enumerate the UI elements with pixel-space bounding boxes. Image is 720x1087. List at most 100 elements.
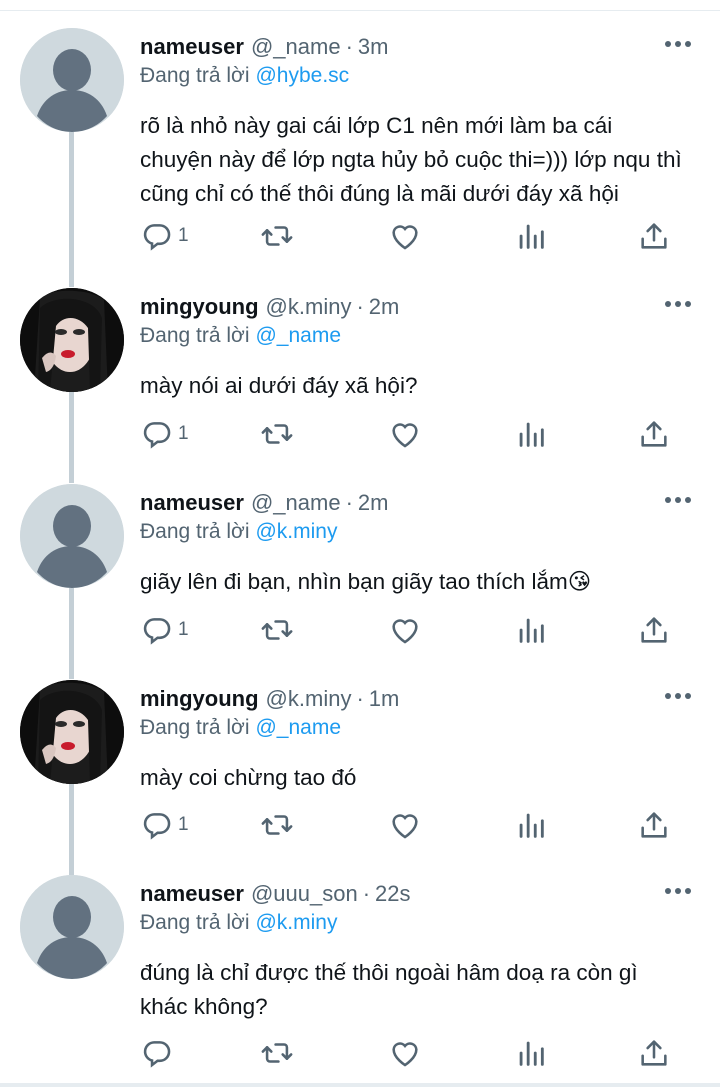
- photo-avatar[interactable]: [20, 288, 124, 392]
- default-avatar[interactable]: [20, 28, 124, 132]
- retweet-icon: [260, 417, 294, 451]
- tweet-text: mày coi chừng tao đó: [140, 765, 357, 790]
- like-button[interactable]: [388, 808, 422, 842]
- tweet-actions: 1: [140, 613, 700, 647]
- replying-label: Đang trả lời: [140, 324, 250, 347]
- tweet-text: giãy lên đi bạn, nhìn bạn giãy tao thích…: [140, 569, 592, 594]
- timestamp[interactable]: 2m: [369, 294, 400, 320]
- heart-icon: [388, 417, 422, 451]
- retweet-icon: [260, 808, 294, 842]
- separator-dot: ·: [362, 881, 371, 906]
- retweet-button[interactable]: [260, 613, 294, 647]
- replying-to: Đang trả lời @k.miny: [140, 911, 337, 935]
- separator-dot: ·: [345, 34, 353, 59]
- replying-to: Đang trả lời @_name: [140, 324, 341, 348]
- retweet-icon: [260, 1036, 294, 1070]
- more-dots-icon[interactable]: [663, 36, 693, 52]
- timestamp[interactable]: 3m: [358, 34, 389, 60]
- more-dots-icon[interactable]: [663, 688, 693, 704]
- views-button[interactable]: [514, 613, 548, 647]
- retweet-button[interactable]: [260, 219, 294, 253]
- share-button[interactable]: [637, 613, 671, 647]
- timestamp[interactable]: 1m: [369, 686, 400, 712]
- thread-line: [69, 587, 74, 679]
- reply-icon: [140, 219, 174, 253]
- views-button[interactable]: [514, 808, 548, 842]
- tweet-text: đúng là chỉ được thế thôi ngoài hâm doạ …: [140, 960, 638, 1019]
- share-button[interactable]: [637, 219, 671, 253]
- views-icon: [514, 613, 548, 647]
- mention-link[interactable]: @k.miny: [255, 911, 337, 934]
- retweet-button[interactable]: [260, 808, 294, 842]
- reply-button[interactable]: 1: [140, 219, 189, 253]
- mention-link[interactable]: @hybe.sc: [255, 64, 349, 87]
- like-button[interactable]: [388, 1036, 422, 1070]
- reply-button[interactable]: 1: [140, 613, 189, 647]
- timestamp[interactable]: 22s: [375, 881, 410, 907]
- reply-icon: [140, 808, 174, 842]
- more-dots-icon[interactable]: [663, 492, 693, 508]
- retweet-button[interactable]: [260, 417, 294, 451]
- mention-link[interactable]: @k.miny: [255, 520, 337, 543]
- share-button[interactable]: [637, 1036, 671, 1070]
- like-button[interactable]: [388, 613, 422, 647]
- mention-link[interactable]: @_name: [255, 716, 341, 739]
- photo-avatar[interactable]: [20, 680, 124, 784]
- user-handle[interactable]: @_name: [251, 34, 341, 60]
- user-handle[interactable]: @k.miny: [266, 294, 352, 320]
- timestamp[interactable]: 2m: [358, 490, 389, 516]
- share-button[interactable]: [637, 808, 671, 842]
- retweet-button[interactable]: [260, 1036, 294, 1070]
- tweet-header: nameuser @_name · 2m: [140, 490, 388, 520]
- share-icon: [637, 219, 671, 253]
- tweet-header: mingyoung @k.miny · 2m: [140, 294, 399, 324]
- separator-dot: ·: [345, 490, 353, 515]
- replying-label: Đang trả lời: [140, 911, 250, 934]
- tweet-actions: 1: [140, 808, 700, 842]
- display-name[interactable]: mingyoung: [140, 294, 259, 320]
- tweet-actions: 1: [140, 417, 700, 451]
- default-avatar[interactable]: [20, 484, 124, 588]
- replying-label: Đang trả lời: [140, 520, 250, 543]
- views-button[interactable]: [514, 1036, 548, 1070]
- tweet-header: mingyoung @k.miny · 1m: [140, 686, 399, 716]
- user-handle[interactable]: @k.miny: [266, 686, 352, 712]
- user-handle[interactable]: @uuu_son: [251, 881, 358, 907]
- user-handle[interactable]: @_name: [251, 490, 341, 516]
- reply-button[interactable]: 1: [140, 417, 189, 451]
- thread-line: [69, 132, 74, 287]
- more-dots-icon[interactable]: [663, 883, 693, 899]
- tweet-header: nameuser @uuu_son · 22s: [140, 881, 411, 911]
- bottom-divider: [0, 1083, 720, 1087]
- views-icon: [514, 417, 548, 451]
- display-name[interactable]: nameuser: [140, 490, 244, 516]
- views-button[interactable]: [514, 417, 548, 451]
- more-dots-icon[interactable]: [663, 296, 693, 312]
- reply-icon: [140, 613, 174, 647]
- like-button[interactable]: [388, 219, 422, 253]
- default-avatar[interactable]: [20, 875, 124, 979]
- replying-to: Đang trả lời @k.miny: [140, 520, 337, 544]
- mention-link[interactable]: @_name: [255, 324, 341, 347]
- tweet-text: rõ là nhỏ này gai cái lớp C1 nên mới làm…: [140, 113, 682, 206]
- like-button[interactable]: [388, 417, 422, 451]
- reply-button[interactable]: [140, 1036, 178, 1070]
- replying-label: Đang trả lời: [140, 64, 250, 87]
- display-name[interactable]: mingyoung: [140, 686, 259, 712]
- display-name[interactable]: nameuser: [140, 34, 244, 60]
- views-icon: [514, 219, 548, 253]
- display-name[interactable]: nameuser: [140, 881, 244, 907]
- share-icon: [637, 808, 671, 842]
- reply-button[interactable]: 1: [140, 808, 189, 842]
- thread-line: [69, 392, 74, 483]
- reply-icon: [140, 1036, 174, 1070]
- views-button[interactable]: [514, 219, 548, 253]
- replying-label: Đang trả lời: [140, 716, 250, 739]
- heart-icon: [388, 613, 422, 647]
- share-icon: [637, 613, 671, 647]
- share-button[interactable]: [637, 417, 671, 451]
- replying-to: Đang trả lời @hybe.sc: [140, 64, 349, 88]
- separator-dot: ·: [356, 294, 364, 319]
- reply-count: 1: [178, 814, 189, 835]
- top-divider: [0, 0, 720, 11]
